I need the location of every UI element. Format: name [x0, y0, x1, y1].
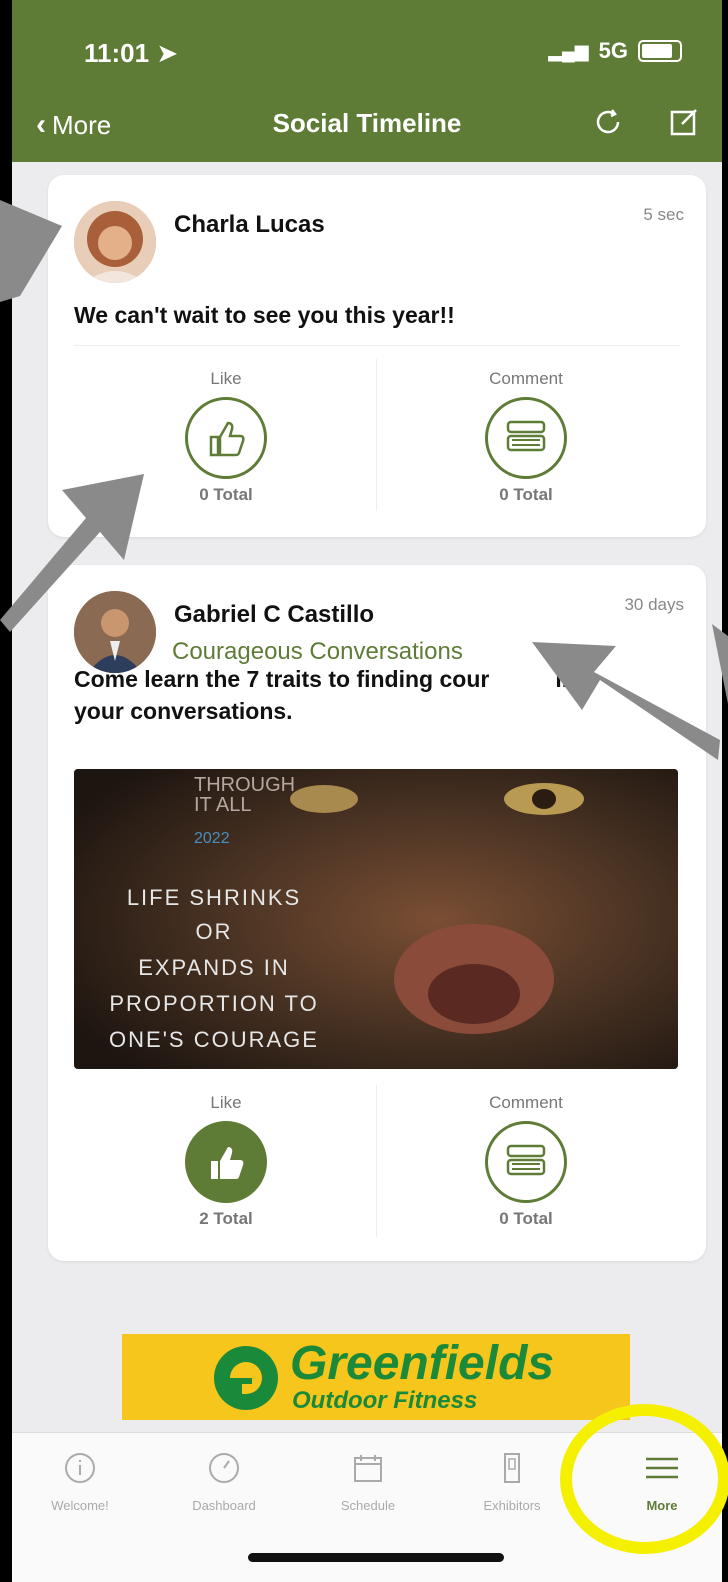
- highlight-circle: [560, 1404, 728, 1554]
- annotation-arrow: [532, 642, 720, 760]
- annotation-arrows: [0, 200, 728, 760]
- annotation-arrow: [712, 624, 728, 704]
- annotation-arrow: [0, 200, 62, 302]
- annotation-arrow: [0, 474, 144, 632]
